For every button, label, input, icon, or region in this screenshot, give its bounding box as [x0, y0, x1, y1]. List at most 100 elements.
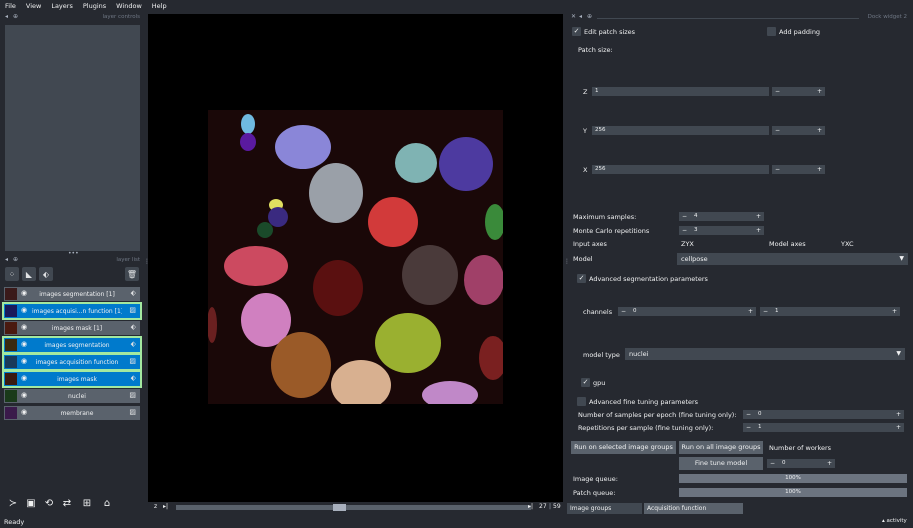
model-type-select[interactable]: nuclei ▼: [625, 348, 905, 360]
roll-dims-icon[interactable]: ⟲: [42, 496, 56, 510]
pin-icon[interactable]: ⊕: [13, 256, 18, 263]
layer-thumbnail: [5, 322, 17, 334]
patch-y-stepper[interactable]: − +: [772, 126, 825, 135]
console-icon[interactable]: ≻: [6, 496, 20, 510]
axis-label: z: [154, 503, 158, 510]
pin-icon[interactable]: ⊕: [587, 13, 592, 20]
layer-name: images segmentation [1]: [39, 290, 115, 298]
close-icon[interactable]: ✕: [571, 13, 576, 20]
patch-z-input[interactable]: 1: [592, 87, 769, 96]
home-icon[interactable]: ⌂: [100, 496, 114, 510]
layer-row[interactable]: ◉ images segmentation ⬖: [2, 336, 142, 354]
max-samples-label: Maximum samples:: [573, 213, 637, 221]
max-samples-input[interactable]: −4 +: [679, 212, 764, 221]
workers-value: 0: [782, 460, 786, 466]
layer-row[interactable]: ◉ images acquisition function ▨: [2, 353, 142, 371]
visibility-eye-icon[interactable]: ◉: [21, 306, 27, 314]
transpose-icon[interactable]: ⇄: [60, 496, 74, 510]
visibility-eye-icon[interactable]: ◉: [21, 340, 27, 348]
samples-per-epoch-label: Number of samples per epoch (fine tuning…: [578, 411, 737, 419]
layer-controls-panel: [5, 25, 140, 251]
image-layer-icon: ▨: [129, 357, 136, 365]
mc-reps-input[interactable]: −3 +: [679, 226, 764, 235]
layer-list-title: layer list: [116, 257, 140, 263]
reps-per-sample-input[interactable]: −1 +: [743, 423, 904, 432]
layer-row[interactable]: ◉ nuclei ▨: [4, 389, 140, 403]
patch-z-stepper[interactable]: − +: [772, 87, 825, 96]
fine-tune-button[interactable]: Fine tune model: [679, 457, 763, 470]
slider-max: 59: [553, 503, 561, 510]
samples-per-epoch-input[interactable]: −0 +: [743, 410, 904, 419]
patch-y-input[interactable]: 256: [592, 126, 769, 135]
visibility-eye-icon[interactable]: ◉: [21, 374, 27, 382]
add-padding-checkbox[interactable]: [767, 27, 776, 36]
chevron-down-icon: ▼: [896, 350, 901, 357]
activity-button[interactable]: ▴ activity: [882, 518, 907, 524]
dock-widget-header: ✕ ◂ ⊕ Dock widget 2: [567, 13, 911, 23]
model-label: Model: [573, 255, 593, 263]
delete-layer-icon[interactable]: 🗑: [125, 267, 139, 281]
float-icon[interactable]: ◂: [579, 13, 582, 20]
menu-file[interactable]: File: [0, 2, 21, 10]
menu-help[interactable]: Help: [147, 2, 172, 10]
z-slider-handle[interactable]: [333, 504, 346, 511]
visibility-eye-icon[interactable]: ◉: [21, 323, 27, 331]
channel-1-input[interactable]: −0 +: [618, 307, 756, 316]
patch-size-label: Patch size:: [578, 46, 613, 54]
dock-widget: ✓ Edit patch sizes Add padding Patch siz…: [567, 24, 911, 502]
layer-row[interactable]: ◉ images acquisi...n function [1] ▨: [2, 302, 142, 320]
menu-layers[interactable]: Layers: [46, 2, 78, 10]
layer-row[interactable]: ◉ images segmentation [1] ⬖: [4, 287, 140, 301]
visibility-eye-icon[interactable]: ◉: [21, 357, 27, 365]
layer-name: images acquisition function: [35, 358, 119, 366]
menu-plugins[interactable]: Plugins: [78, 2, 111, 10]
image-queue-progress: 100%: [679, 474, 907, 483]
image-layer-icon: ▨: [129, 391, 136, 399]
run-all-button[interactable]: Run on all image groups: [679, 441, 763, 454]
tab-acquisition-function-configuration[interactable]: Acquisition function configuration: [644, 503, 743, 523]
layer-thumbnail: [5, 305, 17, 317]
visibility-eye-icon[interactable]: ◉: [21, 391, 27, 399]
image-queue-label: Image queue:: [573, 475, 618, 483]
visibility-eye-icon[interactable]: ◉: [21, 408, 27, 416]
dock-tabs: Image groups manager Acquisition functio…: [567, 503, 911, 523]
patch-x-stepper[interactable]: − +: [772, 165, 825, 174]
layer-row[interactable]: ◉ images mask ⬖: [2, 370, 142, 388]
tab-image-groups-manager[interactable]: Image groups manager: [567, 503, 642, 523]
adv-seg-checkbox[interactable]: ✓: [577, 274, 586, 283]
layer-row[interactable]: ◉ images mask [1] ⬖: [4, 321, 140, 335]
model-select[interactable]: cellpose ▼: [677, 253, 908, 265]
adv-ft-checkbox[interactable]: [577, 397, 586, 406]
ndisplay-icon[interactable]: ▣: [24, 496, 38, 510]
adv-ft-label: Advanced fine tuning parameters: [589, 398, 699, 406]
segmentation-image[interactable]: [208, 110, 503, 404]
layer-thumbnail: [5, 356, 17, 368]
viewer-buttons: ≻ ▣ ⟲ ⇄ ⊞ ⌂: [4, 496, 124, 512]
new-points-layer-icon[interactable]: ⁘: [5, 267, 19, 281]
channel-1-value: 0: [633, 308, 637, 314]
workers-input[interactable]: −0 +: [767, 459, 835, 468]
float-icon[interactable]: ◂: [5, 256, 8, 263]
channel-2-input[interactable]: −1 +: [760, 307, 900, 316]
z-slider-track[interactable]: [176, 505, 531, 510]
samples-per-epoch-value: 0: [758, 411, 762, 417]
patch-x-input[interactable]: 256: [592, 165, 769, 174]
activity-label: activity: [886, 518, 907, 524]
play-icon[interactable]: ▸|: [163, 503, 168, 510]
visibility-eye-icon[interactable]: ◉: [21, 289, 27, 297]
step-icon[interactable]: ▸|: [528, 503, 533, 510]
gpu-checkbox[interactable]: ✓: [581, 378, 590, 387]
status-text: Ready: [4, 518, 25, 526]
run-selected-button[interactable]: Run on selected image groups: [571, 441, 676, 454]
menu-window[interactable]: Window: [111, 2, 147, 10]
edit-patch-sizes-checkbox[interactable]: ✓: [572, 27, 581, 36]
pin-icon[interactable]: ⊕: [13, 13, 18, 20]
new-labels-layer-icon[interactable]: ⬖: [39, 267, 53, 281]
layer-row[interactable]: ◉ membrane ▨: [4, 406, 140, 420]
slider-separator: |: [549, 503, 552, 510]
menu-view[interactable]: View: [21, 2, 46, 10]
new-shapes-layer-icon[interactable]: ◣: [22, 267, 36, 281]
dock-title: Dock widget 2: [867, 14, 907, 20]
grid-icon[interactable]: ⊞: [80, 496, 94, 510]
float-icon[interactable]: ◂: [5, 13, 8, 20]
